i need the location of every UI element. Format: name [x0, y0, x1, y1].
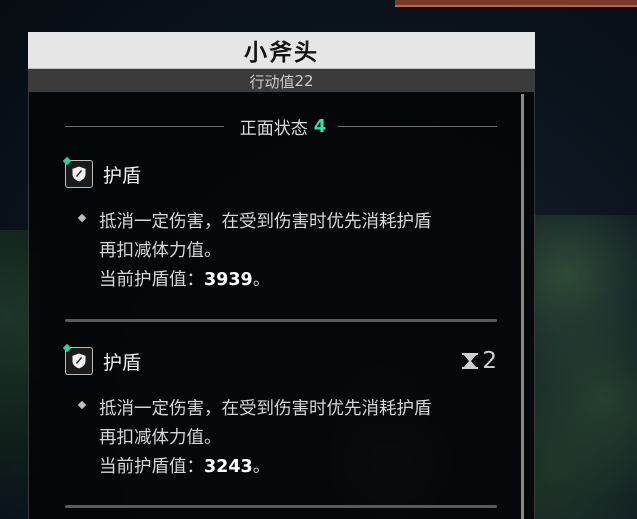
description-line: 抵消一定伤害，在受到伤害时优先消耗护盾 [99, 212, 432, 232]
status-name: 护盾 [103, 164, 142, 187]
description-line: 抵消一定伤害，在受到伤害时优先消耗护盾 [99, 399, 432, 419]
shield-value-label: 当前护盾值： [99, 457, 204, 477]
bullet-icon [77, 213, 87, 223]
section-divider-right [338, 125, 497, 127]
shield-value-line: 当前护盾值：3243。 [99, 453, 497, 482]
duration-count: 2 [482, 348, 497, 374]
hourglass-icon [462, 353, 479, 369]
section-divider-left [65, 125, 224, 127]
duration-indicator: 2 [460, 348, 497, 374]
section-header: 正面状态 4 [65, 114, 497, 139]
section-count: 4 [313, 115, 327, 137]
shield-value-line: 当前护盾值：3939。 [99, 266, 497, 295]
bullet-icon [77, 400, 87, 410]
status-description: 抵消一定伤害，在受到伤害时优先消耗护盾 再扣减体力值。 当前护盾值：3939。 [65, 208, 497, 295]
status-entry-header: 护盾 [62, 156, 497, 190]
status-name: 护盾 [103, 351, 142, 374]
unit-name: 小斧头 [244, 40, 319, 66]
background-top-band [395, 0, 637, 7]
shield-value-suffix: 。 [252, 270, 271, 290]
status-entry[interactable]: 护盾 抵消一定伤害，在受到伤害时优先消耗护盾 再扣减体力值。 当前护盾值：393… [62, 156, 497, 295]
shield-value-label: 当前护盾值： [99, 270, 204, 290]
shield-value: 3243 [204, 457, 253, 477]
shield-value-suffix: 。 [252, 457, 271, 477]
section-title: 正面状态 [239, 118, 308, 139]
shield-icon [62, 156, 93, 188]
description-line: 再扣减体力值。 [99, 428, 222, 448]
status-entry-header: 护盾 2 [62, 343, 497, 377]
description-line: 再扣减体力值。 [99, 241, 222, 261]
entry-divider [65, 505, 497, 508]
title-bar: 小斧头 [28, 32, 535, 69]
entry-divider [65, 319, 497, 322]
action-value-label: 行动值 [249, 72, 295, 91]
shield-icon [62, 343, 93, 375]
shield-value: 3939 [204, 270, 253, 290]
status-description: 抵消一定伤害，在受到伤害时优先消耗护盾 再扣减体力值。 当前护盾值：3243。 [65, 395, 497, 482]
scrollbar[interactable] [521, 94, 524, 519]
background-foliage-right [520, 215, 637, 519]
action-value-bar: 行动值 22 [28, 69, 535, 93]
status-tooltip-panel: 小斧头 行动值 22 正面状态 4 护盾 抵消一定伤害，在受到伤害时优先消耗护盾… [28, 32, 535, 519]
action-value: 22 [294, 72, 314, 90]
status-entry[interactable]: 护盾 2 抵消一定伤害，在受到伤害时优先消耗护盾 再扣减体力值。 当前护盾值：3… [62, 343, 497, 482]
status-list: 正面状态 4 护盾 抵消一定伤害，在受到伤害时优先消耗护盾 再扣减体力值。 当前… [28, 92, 535, 519]
